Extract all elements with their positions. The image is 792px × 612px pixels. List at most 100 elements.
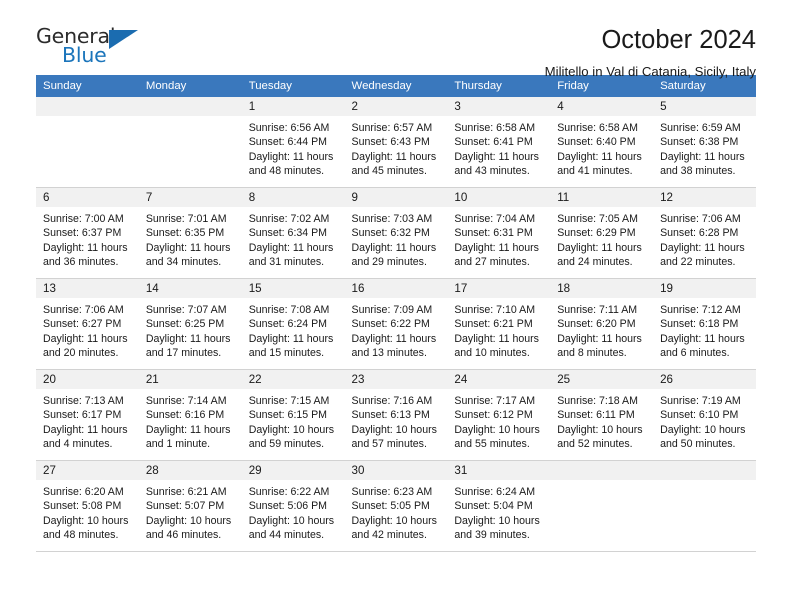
sunset-text: Sunset: 6:27 PM [43,318,122,331]
day-details: Sunrise: 7:06 AM Sunset: 6:28 PM Daylight:… [653,207,756,270]
day-number: 16 [344,279,448,298]
daylight-text: Daylight: 11 hours and 45 minutes. [351,150,437,178]
calendar-day-cell[interactable]: 4 Sunrise: 6:58 AM Sunset: 6:40 PM Daylight… [550,97,654,188]
logo-triangle-icon [109,30,138,49]
sunrise-text: Sunrise: 7:10 AM [454,304,536,316]
calendar-day-cell[interactable]: 21 Sunrise: 7:14 AM Sunset: 6:16 PM Dayligh… [138,369,242,461]
sunset-text: Sunset: 6:32 PM [351,227,430,240]
daylight-text: Daylight: 10 hours and 44 minutes. [248,514,335,542]
sunrise-text: Sunrise: 7:14 AM [145,395,227,407]
calendar-day-cell[interactable]: 22 Sunrise: 7:15 AM Sunset: 6:15 PM Dayligh… [241,369,345,461]
calendar-body: 1 Sunrise: 6:56 AM Sunset: 6:44 PM Daylight… [36,97,756,552]
sunset-text: Sunset: 6:17 PM [43,409,122,422]
calendar-day-cell[interactable]: 1 Sunrise: 6:56 AM Sunset: 6:44 PM Daylight… [241,97,345,188]
day-details: Sunrise: 7:02 AM Sunset: 6:34 PM Daylight:… [242,207,345,270]
calendar-day-cell[interactable] [36,97,139,188]
calendar-day-cell[interactable]: 23 Sunrise: 7:16 AM Sunset: 6:13 PM Dayligh… [344,369,448,461]
sunrise-text: Sunrise: 7:12 AM [660,304,741,316]
day-details: Sunrise: 6:22 AM Sunset: 5:06 PM Daylight:… [242,480,345,543]
daylight-text: Daylight: 10 hours and 59 minutes. [248,423,335,451]
day-number [653,461,756,480]
day-number: 12 [653,188,756,207]
sunset-text: Sunset: 6:21 PM [454,318,533,331]
calendar-day-cell[interactable]: 2 Sunrise: 6:57 AM Sunset: 6:43 PM Daylight… [344,97,448,188]
sunrise-text: Sunrise: 6:58 AM [557,122,638,134]
daylight-text: Daylight: 11 hours and 13 minutes. [351,332,437,360]
day-number: 5 [653,97,756,116]
sunset-text: Sunset: 6:41 PM [454,136,533,149]
sunset-text: Sunset: 5:06 PM [248,500,328,513]
sunset-text: Sunset: 5:08 PM [43,500,122,513]
calendar-day-cell[interactable]: 19 Sunrise: 7:12 AM Sunset: 6:18 PM Dayligh… [653,278,756,370]
calendar-day-cell[interactable]: 9 Sunrise: 7:03 AM Sunset: 6:32 PM Daylight… [344,187,448,279]
calendar-day-cell[interactable]: 13 Sunrise: 7:06 AM Sunset: 6:27 PM Dayligh… [36,278,139,370]
day-details: Sunrise: 6:59 AM Sunset: 6:38 PM Daylight:… [653,116,756,179]
calendar-day-cell[interactable]: 24 Sunrise: 7:17 AM Sunset: 6:12 PM Dayligh… [447,369,551,461]
sunrise-text: Sunrise: 6:56 AM [248,122,330,134]
sunset-text: Sunset: 6:16 PM [145,409,225,422]
calendar-day-cell[interactable]: 17 Sunrise: 7:10 AM Sunset: 6:21 PM Dayligh… [447,278,551,370]
daylight-text: Daylight: 11 hours and 31 minutes. [248,241,334,269]
calendar-day-cell[interactable]: 12 Sunrise: 7:06 AM Sunset: 6:28 PM Dayligh… [653,187,756,279]
sunrise-text: Sunrise: 7:16 AM [351,395,433,407]
daylight-text: Daylight: 11 hours and 38 minutes. [660,150,745,178]
day-details: Sunrise: 7:11 AM Sunset: 6:20 PM Daylight:… [550,298,653,361]
calendar-day-cell[interactable]: 11 Sunrise: 7:05 AM Sunset: 6:29 PM Dayligh… [550,187,654,279]
calendar-week-row: 6 Sunrise: 7:00 AM Sunset: 6:37 PM Daylight… [36,187,756,279]
day-number: 30 [344,461,448,480]
calendar-day-cell[interactable]: 3 Sunrise: 6:58 AM Sunset: 6:41 PM Daylight… [447,97,551,188]
calendar-day-cell[interactable]: 10 Sunrise: 7:04 AM Sunset: 6:31 PM Dayligh… [447,187,551,279]
sunset-text: Sunset: 6:37 PM [43,227,122,240]
sunrise-text: Sunrise: 7:15 AM [248,395,330,407]
day-number [138,97,242,116]
calendar-day-cell[interactable]: 20 Sunrise: 7:13 AM Sunset: 6:17 PM Dayligh… [36,369,139,461]
calendar-day-cell[interactable] [550,460,654,552]
day-number: 29 [241,461,345,480]
daylight-text: Daylight: 11 hours and 17 minutes. [145,332,231,360]
daylight-text: Daylight: 11 hours and 8 minutes. [557,332,642,360]
day-details: Sunrise: 7:18 AM Sunset: 6:11 PM Daylight:… [550,389,653,452]
calendar-day-cell[interactable]: 30 Sunrise: 6:23 AM Sunset: 5:05 PM Dayligh… [344,460,448,552]
calendar-day-cell[interactable]: 15 Sunrise: 7:08 AM Sunset: 6:24 PM Dayligh… [241,278,345,370]
day-details: Sunrise: 7:09 AM Sunset: 6:22 PM Daylight:… [345,298,448,361]
sunrise-text: Sunrise: 6:20 AM [43,486,124,498]
day-number [36,97,139,116]
sunrise-text: Sunrise: 7:05 AM [557,213,638,225]
calendar-day-cell[interactable]: 29 Sunrise: 6:22 AM Sunset: 5:06 PM Dayligh… [241,460,345,552]
calendar-day-cell[interactable]: 31 Sunrise: 6:24 AM Sunset: 5:04 PM Dayligh… [447,460,551,552]
calendar-day-cell[interactable]: 7 Sunrise: 7:01 AM Sunset: 6:35 PM Daylight… [138,187,242,279]
calendar-day-cell[interactable]: 14 Sunrise: 7:07 AM Sunset: 6:25 PM Dayligh… [138,278,242,370]
calendar-day-cell[interactable]: 25 Sunrise: 7:18 AM Sunset: 6:11 PM Dayligh… [550,369,654,461]
daylight-text: Daylight: 10 hours and 52 minutes. [557,423,643,451]
calendar-day-cell[interactable]: 28 Sunrise: 6:21 AM Sunset: 5:07 PM Dayligh… [138,460,242,552]
day-details: Sunrise: 7:00 AM Sunset: 6:37 PM Daylight:… [36,207,139,270]
sunset-text: Sunset: 5:04 PM [454,500,533,513]
calendar-day-cell[interactable]: 27 Sunrise: 6:20 AM Sunset: 5:08 PM Dayligh… [36,460,139,552]
daylight-text: Daylight: 10 hours and 42 minutes. [351,514,437,542]
day-details: Sunrise: 7:04 AM Sunset: 6:31 PM Daylight:… [447,207,550,270]
calendar-day-cell[interactable]: 16 Sunrise: 7:09 AM Sunset: 6:22 PM Dayligh… [344,278,448,370]
day-number: 7 [138,188,242,207]
calendar-day-cell[interactable]: 5 Sunrise: 6:59 AM Sunset: 6:38 PM Daylight… [653,97,756,188]
logo-text-blue: Blue [62,43,107,67]
day-number: 9 [344,188,448,207]
sunset-text: Sunset: 5:07 PM [145,500,225,513]
calendar-day-cell[interactable]: 26 Sunrise: 7:19 AM Sunset: 6:10 PM Dayligh… [653,369,756,461]
calendar-day-cell[interactable] [138,97,242,188]
sunrise-text: Sunrise: 7:06 AM [660,213,741,225]
calendar-day-cell[interactable]: 6 Sunrise: 7:00 AM Sunset: 6:37 PM Daylight… [36,187,139,279]
day-details: Sunrise: 6:57 AM Sunset: 6:43 PM Daylight:… [345,116,448,179]
sunset-text: Sunset: 6:31 PM [454,227,533,240]
calendar-day-cell[interactable]: 18 Sunrise: 7:11 AM Sunset: 6:20 PM Dayligh… [550,278,654,370]
calendar-day-cell[interactable]: 8 Sunrise: 7:02 AM Sunset: 6:34 PM Daylight… [241,187,345,279]
day-number: 10 [447,188,551,207]
sunset-text: Sunset: 6:25 PM [145,318,225,331]
calendar-week-row: 20 Sunrise: 7:13 AM Sunset: 6:17 PM Dayligh… [36,369,756,461]
sunset-text: Sunset: 6:18 PM [660,318,739,331]
sunset-text: Sunset: 6:34 PM [248,227,328,240]
calendar-day-cell[interactable] [653,460,756,552]
daylight-text: Daylight: 11 hours and 20 minutes. [43,332,128,360]
sunrise-text: Sunrise: 6:22 AM [248,486,330,498]
general-blue-logo[interactable]: General Blue [36,26,156,72]
day-number: 23 [344,370,448,389]
